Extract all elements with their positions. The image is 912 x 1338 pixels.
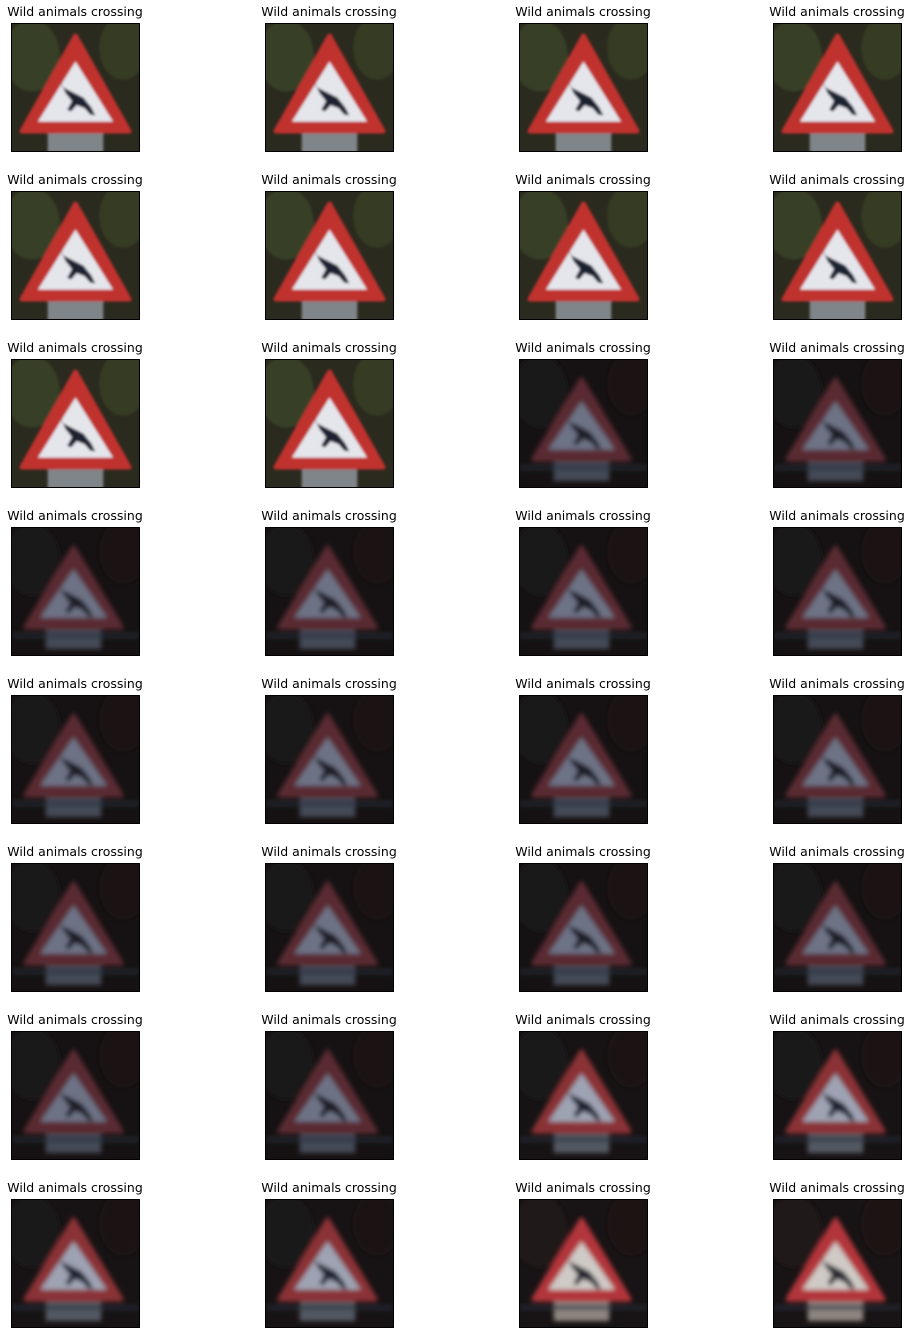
sign-thumbnail (519, 23, 648, 152)
image-title: Wild animals crossing (7, 676, 143, 691)
warning-sign-image (266, 192, 393, 319)
sign-thumbnail (265, 695, 394, 824)
image-title: Wild animals crossing (769, 4, 905, 19)
warning-sign-image (520, 1200, 647, 1327)
sign-thumbnail (773, 863, 902, 992)
warning-sign-image (266, 528, 393, 655)
sign-thumbnail (11, 23, 140, 152)
sign-thumbnail (773, 1031, 902, 1160)
image-title: Wild animals crossing (7, 340, 143, 355)
sign-thumbnail (519, 1031, 648, 1160)
image-title: Wild animals crossing (769, 172, 905, 187)
sign-thumbnail (265, 23, 394, 152)
sign-thumbnail (11, 527, 140, 656)
warning-sign-image (520, 1032, 647, 1159)
image-title: Wild animals crossing (515, 1012, 651, 1027)
warning-sign-image (12, 864, 139, 991)
sign-thumbnail (773, 359, 902, 488)
warning-sign-image (266, 1032, 393, 1159)
image-title: Wild animals crossing (515, 172, 651, 187)
sign-thumbnail (11, 359, 140, 488)
image-title: Wild animals crossing (769, 676, 905, 691)
image-title: Wild animals crossing (515, 1180, 651, 1195)
warning-sign-image (12, 528, 139, 655)
warning-sign-image (774, 1200, 901, 1327)
sign-thumbnail (265, 191, 394, 320)
sign-thumbnail (11, 695, 140, 824)
warning-sign-image (12, 24, 139, 151)
sign-thumbnail (265, 1031, 394, 1160)
image-title: Wild animals crossing (7, 844, 143, 859)
warning-sign-image (520, 24, 647, 151)
warning-sign-image (774, 528, 901, 655)
image-title: Wild animals crossing (7, 1180, 143, 1195)
sign-thumbnail (11, 863, 140, 992)
image-title: Wild animals crossing (261, 1012, 397, 1027)
sign-thumbnail (519, 359, 648, 488)
warning-sign-image (266, 1200, 393, 1327)
image-title: Wild animals crossing (261, 4, 397, 19)
warning-sign-image (774, 864, 901, 991)
image-title: Wild animals crossing (769, 340, 905, 355)
warning-sign-image (520, 696, 647, 823)
warning-sign-image (266, 864, 393, 991)
sign-thumbnail (519, 527, 648, 656)
image-title: Wild animals crossing (7, 4, 143, 19)
image-title: Wild animals crossing (769, 1180, 905, 1195)
warning-sign-image (774, 1032, 901, 1159)
sign-thumbnail (11, 191, 140, 320)
sign-thumbnail (519, 1199, 648, 1328)
warning-sign-image (266, 360, 393, 487)
warning-sign-image (266, 696, 393, 823)
image-title: Wild animals crossing (515, 844, 651, 859)
warning-sign-image (12, 192, 139, 319)
warning-sign-image (774, 192, 901, 319)
sign-thumbnail (11, 1199, 140, 1328)
warning-sign-image (520, 192, 647, 319)
image-title: Wild animals crossing (261, 508, 397, 523)
warning-sign-image (774, 360, 901, 487)
warning-sign-image (12, 1200, 139, 1327)
sign-thumbnail (519, 863, 648, 992)
image-title: Wild animals crossing (515, 340, 651, 355)
warning-sign-image (12, 1032, 139, 1159)
image-title: Wild animals crossing (769, 1012, 905, 1027)
sign-thumbnail (519, 191, 648, 320)
warning-sign-image (12, 696, 139, 823)
sign-thumbnail (519, 695, 648, 824)
image-title: Wild animals crossing (261, 172, 397, 187)
warning-sign-image (12, 360, 139, 487)
sign-thumbnail (265, 863, 394, 992)
image-title: Wild animals crossing (515, 4, 651, 19)
image-title: Wild animals crossing (769, 844, 905, 859)
warning-sign-image (266, 24, 393, 151)
sign-thumbnail (773, 695, 902, 824)
image-title: Wild animals crossing (261, 340, 397, 355)
sign-thumbnail (773, 527, 902, 656)
sign-thumbnail (773, 191, 902, 320)
image-title: Wild animals crossing (7, 508, 143, 523)
image-title: Wild animals crossing (515, 676, 651, 691)
sign-thumbnail (265, 1199, 394, 1328)
image-title: Wild animals crossing (769, 508, 905, 523)
sign-thumbnail (11, 1031, 140, 1160)
warning-sign-image (520, 864, 647, 991)
warning-sign-image (774, 24, 901, 151)
warning-sign-image (520, 528, 647, 655)
image-title: Wild animals crossing (261, 676, 397, 691)
image-title: Wild animals crossing (261, 1180, 397, 1195)
image-title: Wild animals crossing (261, 844, 397, 859)
warning-sign-image (520, 360, 647, 487)
sign-thumbnail (265, 359, 394, 488)
warning-sign-image (774, 696, 901, 823)
image-title: Wild animals crossing (515, 508, 651, 523)
sign-thumbnail (773, 23, 902, 152)
sign-thumbnail (265, 527, 394, 656)
sign-thumbnail (773, 1199, 902, 1328)
image-title: Wild animals crossing (7, 172, 143, 187)
image-title: Wild animals crossing (7, 1012, 143, 1027)
